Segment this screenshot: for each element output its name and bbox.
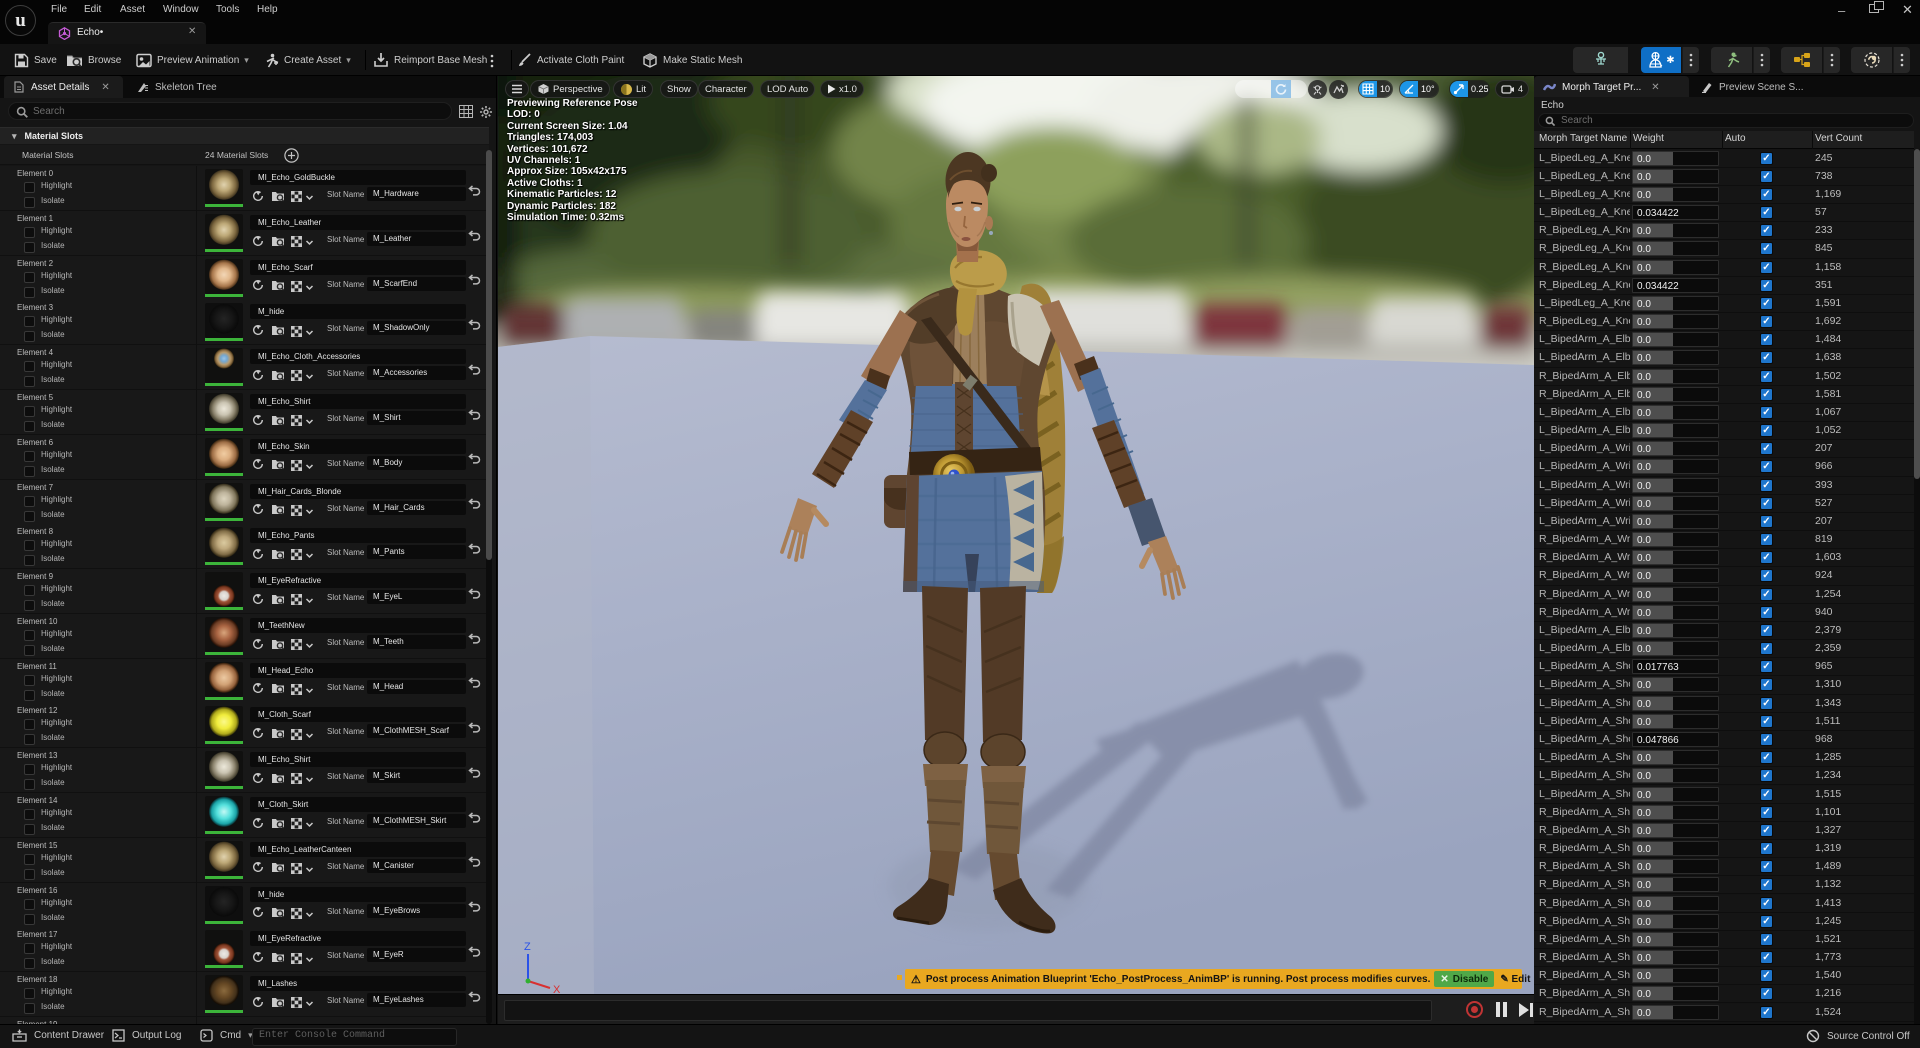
svg-text:Z: Z xyxy=(524,941,531,953)
svg-text:X: X xyxy=(553,984,561,994)
